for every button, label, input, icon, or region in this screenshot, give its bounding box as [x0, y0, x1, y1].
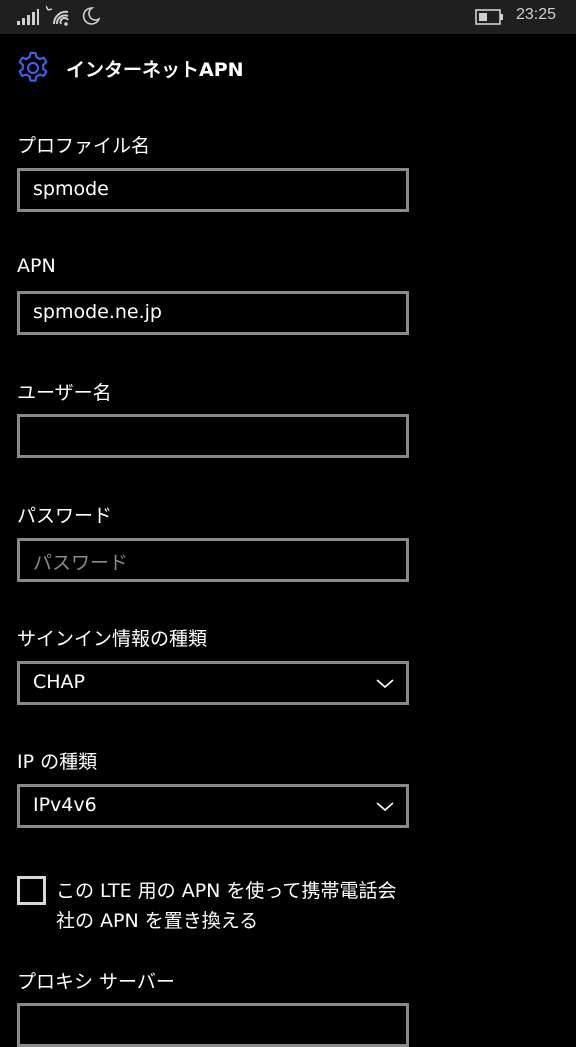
- ip-type-select[interactable]: IPv4v6: [17, 784, 409, 828]
- username-label: ユーザー名: [17, 382, 112, 404]
- signin-type-label: サインイン情報の種類: [17, 628, 208, 650]
- chevron-down-icon: [376, 802, 394, 812]
- page-header: インターネットAPN: [16, 50, 244, 86]
- override-apn-checkbox[interactable]: [17, 876, 46, 905]
- signin-type-select[interactable]: CHAP: [17, 661, 409, 705]
- status-bar: 23:25: [0, 0, 576, 34]
- password-label: パスワード: [17, 505, 113, 527]
- wifi-icon: [46, 5, 69, 26]
- proxy-server-label: プロキシ サーバー: [17, 971, 175, 993]
- password-placeholder: パスワード: [33, 552, 129, 574]
- username-field[interactable]: [17, 414, 409, 458]
- apn-field[interactable]: spmode.ne.jp: [17, 291, 409, 335]
- battery-icon: [475, 9, 503, 25]
- ip-type-label: IP の種類: [17, 751, 98, 773]
- chevron-down-icon: [376, 679, 394, 689]
- ip-type-value: IPv4v6: [33, 794, 97, 816]
- proxy-server-field[interactable]: [17, 1003, 409, 1047]
- profile-name-field[interactable]: spmode: [17, 168, 409, 212]
- profile-name-value: spmode: [33, 178, 109, 200]
- signal-icon: [17, 9, 39, 25]
- signin-type-value: CHAP: [33, 671, 86, 693]
- gear-icon: [18, 51, 48, 82]
- clock: 23:25: [516, 6, 557, 23]
- profile-name-label: プロファイル名: [17, 135, 151, 157]
- apn-label: APN: [17, 255, 56, 277]
- apn-value: spmode.ne.jp: [33, 301, 162, 323]
- page-title: インターネットAPN: [66, 58, 244, 81]
- override-apn-label[interactable]: この LTE 用の APN を使って携帯電話会社の APN を置き換える: [56, 876, 406, 936]
- password-field[interactable]: パスワード: [17, 538, 409, 582]
- quiet-hours-icon: [82, 7, 100, 25]
